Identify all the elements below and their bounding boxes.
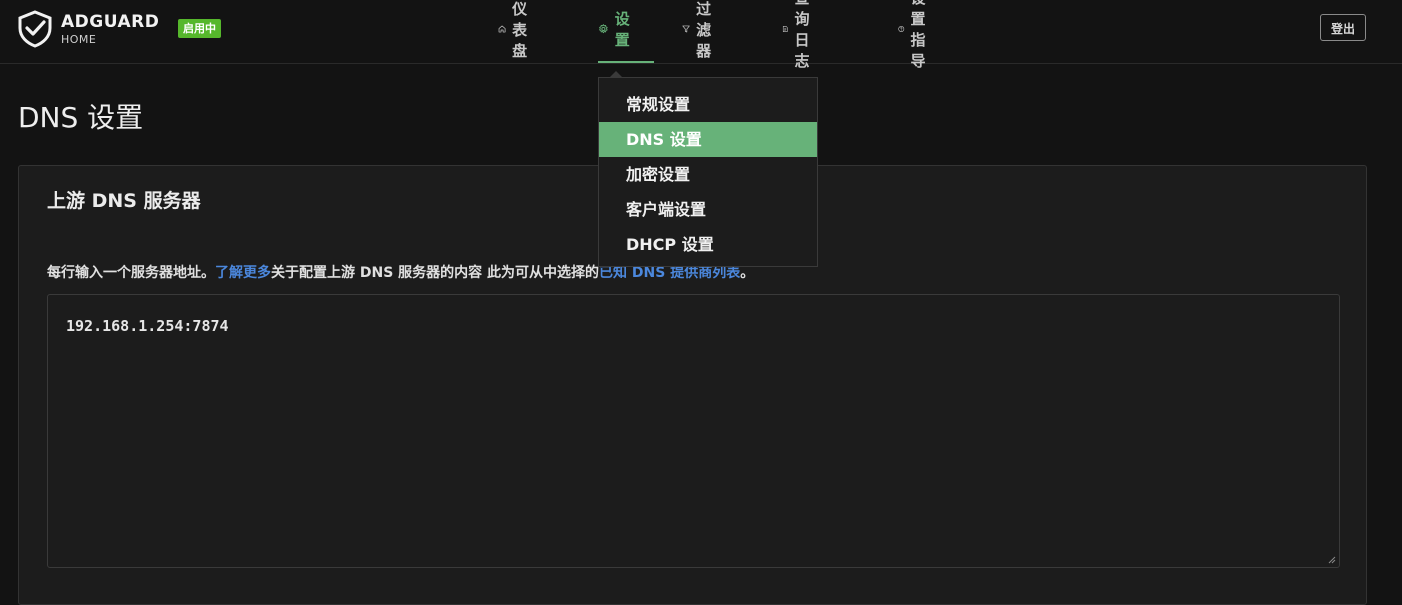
shield-check-icon (18, 10, 52, 48)
learn-more-link[interactable]: 了解更多 (215, 265, 271, 281)
menu-item-client-settings[interactable]: 客户端设置 (599, 192, 817, 227)
logout-button[interactable]: 登出 (1320, 14, 1366, 41)
nav-query-log-label: 查询日志 (794, 0, 810, 70)
desc-suffix: 。 (740, 265, 755, 281)
upstream-dns-textarea[interactable]: 192.168.1.254:7874 (47, 294, 1340, 568)
page-title: DNS 设置 (18, 101, 144, 134)
logo-subtitle: HOME (61, 32, 97, 46)
top-header: ADGUARD HOME 启用中 仪表盘 设置 过滤器 询日志 置指导 登出 (0, 0, 1402, 70)
nav-query-log[interactable]: 查询日志 (782, 0, 819, 70)
settings-dropdown-menu: 常规设置 DNS 设置 加密设置 客户端设置 DHCP 设置 (598, 77, 818, 267)
known-dns-providers-link[interactable]: 已知 DNS 提供商列表 (599, 265, 740, 281)
status-badge: 启用中 (178, 19, 221, 38)
nav-filters-label: 过滤器 (696, 0, 712, 60)
document-icon (782, 26, 788, 32)
menu-item-general-settings[interactable]: 常规设置 (599, 87, 817, 122)
logo-name: ADGUARD (61, 11, 160, 32)
desc-middle: 关于配置上游 DNS 服务器的内容 此为可从中选择的 (271, 265, 600, 281)
gear-icon (599, 24, 608, 34)
menu-item-dhcp-settings[interactable]: DHCP 设置 (599, 227, 817, 262)
nav-settings[interactable]: 设置 (598, 10, 635, 49)
nav-setup-guide[interactable]: 设置指导 (898, 0, 935, 70)
upstream-dns-value: 192.168.1.254:7874 (66, 317, 229, 335)
menu-item-encryption-settings[interactable]: 加密设置 (599, 157, 817, 192)
nav-settings-label: 设置 (614, 10, 630, 49)
desc-prefix: 每行输入一个服务器地址。 (47, 265, 215, 281)
menu-item-dns-settings[interactable]: DNS 设置 (599, 122, 817, 157)
nav-dashboard-label: 仪表盘 (512, 0, 528, 60)
nav-filters[interactable]: 过滤器 (682, 0, 719, 60)
home-icon (498, 25, 506, 33)
adguard-logo[interactable]: ADGUARD HOME (17, 10, 159, 48)
resize-handle-icon[interactable] (1328, 556, 1336, 564)
nav-dashboard[interactable]: 仪表盘 (498, 0, 535, 60)
nav-setup-guide-label: 设置指导 (910, 0, 926, 70)
filter-icon (682, 25, 690, 33)
upstream-dns-title: 上游 DNS 服务器 (47, 190, 201, 212)
help-circle-icon (898, 26, 905, 32)
active-nav-indicator (598, 61, 654, 63)
